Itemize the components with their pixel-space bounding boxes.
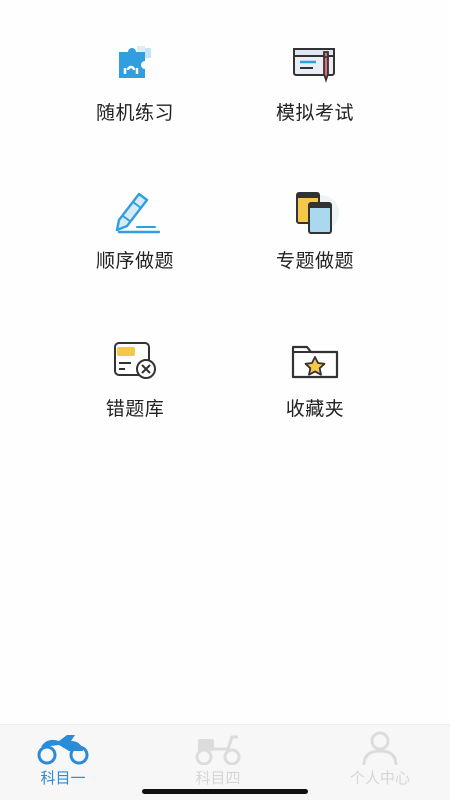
puzzle-icon [107,36,163,92]
exam-card-pen-icon [287,36,343,92]
menu-item-wrong-questions[interactable]: 错题库 [45,332,225,452]
menu-item-mock-exam[interactable]: 模拟考试 [225,36,405,156]
star-folder-icon [287,332,343,388]
scooter-icon [190,725,246,765]
menu-item-label: 错题库 [105,398,165,420]
books-icon [287,184,343,240]
motorcycle-icon [35,725,91,765]
tab-subject-four[interactable]: 科目四 [143,725,293,791]
tab-label: 科目一 [40,769,86,787]
menu-item-label: 收藏夹 [285,398,345,420]
menu-item-favorites[interactable]: 收藏夹 [225,332,405,452]
menu-item-topic-practice[interactable]: 专题做题 [225,184,405,304]
menu-item-label: 模拟考试 [275,102,354,124]
tab-label: 个人中心 [349,769,410,787]
menu-item-sequential-practice[interactable]: 顺序做题 [45,184,225,304]
menu-item-label: 顺序做题 [95,250,174,272]
user-icon [358,725,402,765]
tab-subject-one[interactable]: 科目一 [0,725,138,791]
home-indicator [142,789,308,794]
tab-label: 科目四 [195,769,241,787]
menu-item-label: 专题做题 [275,250,354,272]
wrong-card-icon [107,332,163,388]
menu-item-label: 随机练习 [95,102,174,124]
pencil-icon [107,184,163,240]
tab-personal-center[interactable]: 个人中心 [305,725,450,791]
menu-item-random-practice[interactable]: 随机练习 [45,36,225,156]
